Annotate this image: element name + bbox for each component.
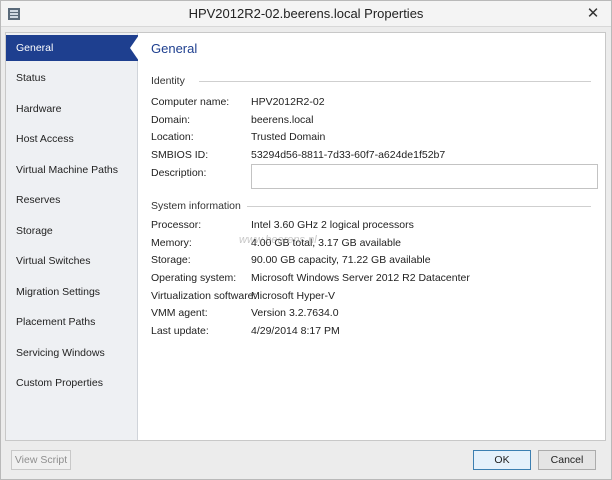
sidebar-item-virtual-machine-paths[interactable]: Virtual Machine Paths	[6, 157, 138, 183]
selection-arrow-icon	[130, 35, 139, 61]
properties-dialog: HPV2012R2-02.beerens.local Properties ✕ …	[0, 0, 612, 480]
last-update-value: 4/29/2014 8:17 PM	[251, 325, 340, 337]
system-info-section-title: System information	[151, 200, 247, 212]
close-icon: ✕	[586, 5, 600, 22]
sidebar-item-label: Host Access	[16, 133, 74, 145]
sidebar-item-label: General	[16, 42, 54, 54]
smbios-label: SMBIOS ID:	[151, 149, 209, 161]
virtualization-software-label: Virtualization software:	[151, 290, 257, 302]
identity-divider	[199, 81, 591, 82]
sidebar-item-storage[interactable]: Storage	[6, 218, 138, 244]
page-title: General	[151, 41, 198, 56]
computer-name-value: HPV2012R2-02	[251, 96, 325, 108]
sidebar: General Status Hardware Host Access Virt…	[6, 33, 139, 440]
sidebar-item-general[interactable]: General	[6, 35, 139, 61]
cancel-button[interactable]: Cancel	[538, 450, 596, 470]
domain-label: Domain:	[151, 114, 191, 126]
sidebar-item-label: Status	[16, 72, 46, 84]
operating-system-label: Operating system:	[151, 272, 237, 284]
operating-system-value: Microsoft Windows Server 2012 R2 Datacen…	[251, 272, 470, 284]
domain-value: beerens.local	[251, 114, 314, 126]
vmm-agent-value: Version 3.2.7634.0	[251, 307, 339, 319]
sidebar-item-label: Servicing Windows	[16, 347, 105, 359]
dialog-content: General Status Hardware Host Access Virt…	[5, 32, 606, 441]
sidebar-item-status[interactable]: Status	[6, 65, 138, 91]
system-info-divider	[237, 206, 591, 207]
sidebar-item-label: Migration Settings	[16, 286, 101, 298]
close-button[interactable]: ✕	[583, 4, 603, 24]
storage-label: Storage:	[151, 254, 191, 266]
sidebar-item-servicing-windows[interactable]: Servicing Windows	[6, 340, 138, 366]
ok-button[interactable]: OK	[473, 450, 531, 470]
smbios-value: 53294d56-8811-7d33-60f7-a624de1f52b7	[251, 149, 446, 161]
sidebar-item-label: Virtual Machine Paths	[16, 164, 118, 176]
location-value: Trusted Domain	[251, 131, 326, 143]
computer-name-label: Computer name:	[151, 96, 230, 108]
last-update-label: Last update:	[151, 325, 209, 337]
processor-value: Intel 3.60 GHz 2 logical processors	[251, 219, 414, 231]
description-field[interactable]	[251, 164, 598, 189]
general-panel: General Identity Computer name: HPV2012R…	[139, 33, 605, 440]
virtualization-software-value: Microsoft Hyper-V	[251, 290, 336, 302]
watermark: www.beerens.nl	[239, 234, 317, 246]
sidebar-item-custom-properties[interactable]: Custom Properties	[6, 370, 138, 396]
title-bar[interactable]: HPV2012R2-02.beerens.local Properties ✕	[1, 1, 611, 27]
sidebar-item-label: Custom Properties	[16, 377, 103, 389]
sidebar-item-reserves[interactable]: Reserves	[6, 187, 138, 213]
sidebar-item-label: Virtual Switches	[16, 255, 91, 267]
storage-value: 90.00 GB capacity, 71.22 GB available	[251, 254, 431, 266]
location-label: Location:	[151, 131, 194, 143]
dialog-footer: View Script OK Cancel	[1, 442, 611, 480]
vmm-agent-label: VMM agent:	[151, 307, 208, 319]
sidebar-item-migration-settings[interactable]: Migration Settings	[6, 279, 138, 305]
sidebar-item-placement-paths[interactable]: Placement Paths	[6, 309, 138, 335]
processor-label: Processor:	[151, 219, 202, 231]
view-script-button[interactable]: View Script	[11, 450, 71, 470]
sidebar-item-virtual-switches[interactable]: Virtual Switches	[6, 248, 138, 274]
sidebar-item-label: Storage	[16, 225, 53, 237]
window-title: HPV2012R2-02.beerens.local Properties	[188, 6, 424, 21]
sidebar-item-label: Hardware	[16, 103, 62, 115]
sidebar-item-label: Reserves	[16, 194, 61, 206]
identity-section-title: Identity	[151, 75, 191, 87]
memory-label: Memory:	[151, 237, 192, 249]
sidebar-item-host-access[interactable]: Host Access	[6, 126, 138, 152]
sidebar-item-hardware[interactable]: Hardware	[6, 96, 138, 122]
description-label: Description:	[151, 167, 207, 179]
sidebar-item-label: Placement Paths	[16, 316, 96, 328]
